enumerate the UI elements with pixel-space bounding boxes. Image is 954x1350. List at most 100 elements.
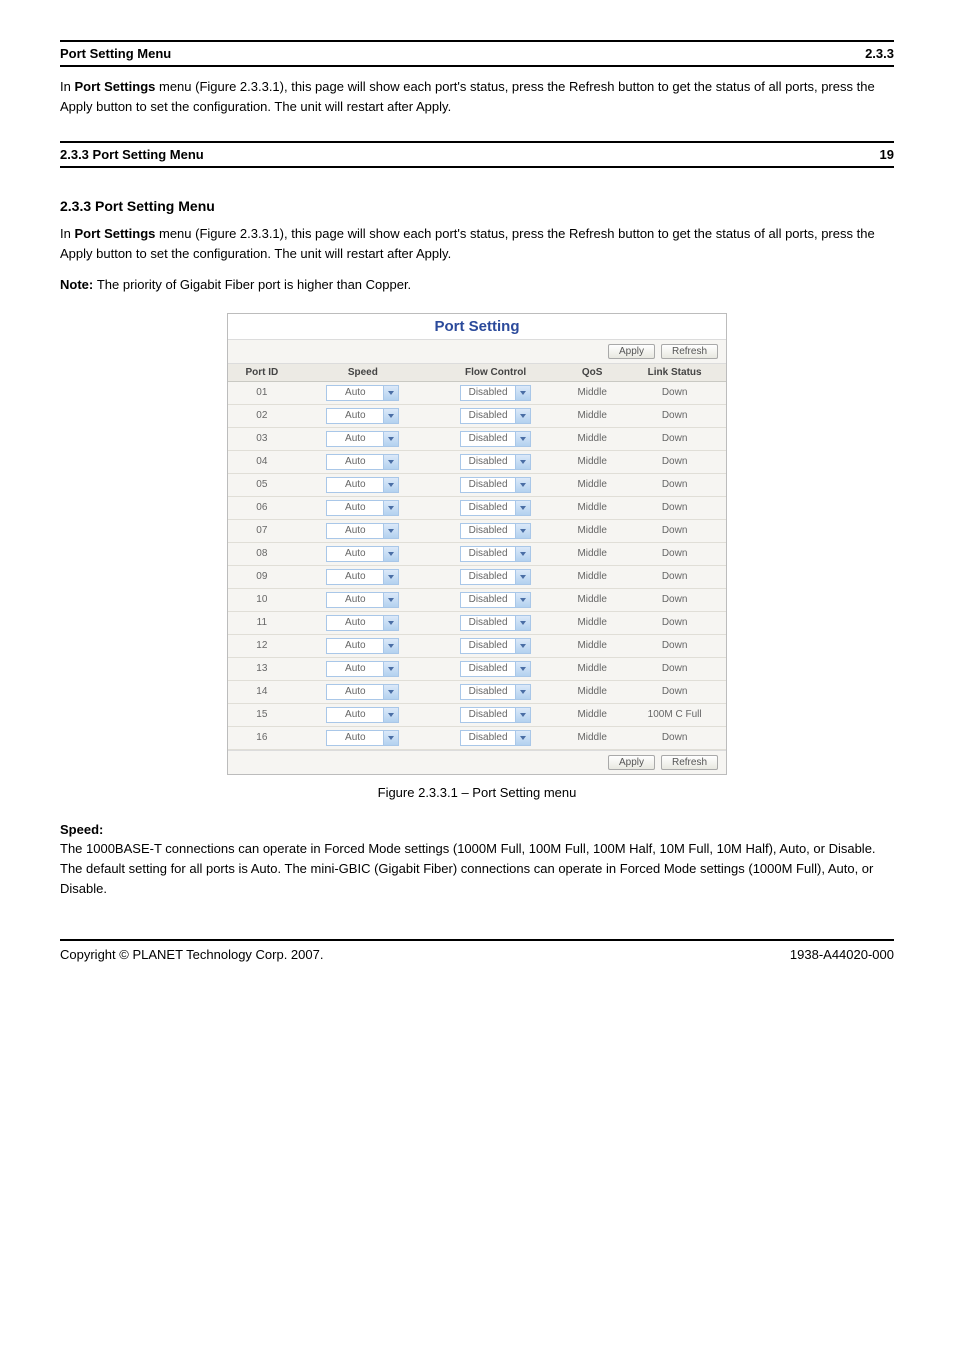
cell-linkstatus: Down — [623, 634, 726, 657]
footer-left: Copyright © PLANET Technology Corp. 2007… — [60, 947, 323, 962]
cell-qos: Middle — [561, 450, 623, 473]
cell-qos: Middle — [561, 427, 623, 450]
intro-paragraph: In Port Settings menu (Figure 2.3.3.1), … — [60, 77, 894, 117]
chevron-down-icon — [515, 547, 530, 561]
flow-control-select[interactable]: Disabled — [460, 569, 531, 585]
table-row: 01AutoDisabledMiddleDown — [228, 381, 726, 404]
cell-linkstatus: Down — [623, 726, 726, 749]
apply-button-top[interactable]: Apply — [608, 344, 655, 359]
cell-portid: 06 — [228, 496, 296, 519]
cell-portid: 07 — [228, 519, 296, 542]
figure-title: Port Setting — [228, 314, 726, 340]
cell-linkstatus: Down — [623, 542, 726, 565]
chevron-down-icon — [383, 478, 398, 492]
speed-select[interactable]: Auto — [326, 615, 399, 631]
cell-portid: 03 — [228, 427, 296, 450]
chevron-down-icon — [383, 570, 398, 584]
chevron-down-icon — [515, 708, 530, 722]
chevron-down-icon — [515, 639, 530, 653]
flow-control-select[interactable]: Disabled — [460, 431, 531, 447]
flow-control-select[interactable]: Disabled — [460, 592, 531, 608]
chevron-down-icon — [515, 570, 530, 584]
cell-portid: 01 — [228, 381, 296, 404]
flow-control-select[interactable]: Disabled — [460, 500, 531, 516]
chevron-down-icon — [383, 593, 398, 607]
refresh-button-bottom[interactable]: Refresh — [661, 755, 718, 770]
cell-qos: Middle — [561, 519, 623, 542]
chevron-down-icon — [383, 639, 398, 653]
chevron-down-icon — [383, 501, 398, 515]
cell-linkstatus: Down — [623, 381, 726, 404]
cell-linkstatus: Down — [623, 657, 726, 680]
cell-portid: 16 — [228, 726, 296, 749]
speed-select[interactable]: Auto — [326, 684, 399, 700]
speed-select[interactable]: Auto — [326, 454, 399, 470]
cell-qos: Middle — [561, 565, 623, 588]
cell-portid: 14 — [228, 680, 296, 703]
chevron-down-icon — [515, 501, 530, 515]
chevron-down-icon — [383, 409, 398, 423]
cell-portid: 15 — [228, 703, 296, 726]
speed-select[interactable]: Auto — [326, 523, 399, 539]
chevron-down-icon — [515, 455, 530, 469]
flow-control-select[interactable]: Disabled — [460, 661, 531, 677]
cell-qos: Middle — [561, 703, 623, 726]
cell-linkstatus: Down — [623, 473, 726, 496]
cell-linkstatus: Down — [623, 565, 726, 588]
flow-control-select[interactable]: Disabled — [460, 730, 531, 746]
cell-qos: Middle — [561, 726, 623, 749]
flow-control-select[interactable]: Disabled — [460, 408, 531, 424]
chevron-down-icon — [515, 662, 530, 676]
cell-qos: Middle — [561, 404, 623, 427]
chevron-down-icon — [515, 616, 530, 630]
col-link-status: Link Status — [623, 364, 726, 382]
flow-control-select[interactable]: Disabled — [460, 477, 531, 493]
cell-linkstatus: 100M C Full — [623, 703, 726, 726]
table-row: 14 Auto Disabled MiddleDown — [228, 680, 726, 703]
speed-select[interactable]: Auto — [326, 592, 399, 608]
chevron-down-icon — [383, 662, 398, 676]
speed-select[interactable]: Auto — [326, 477, 399, 493]
chevron-down-icon — [515, 731, 530, 745]
chevron-down-icon — [515, 685, 530, 699]
cell-linkstatus: Down — [623, 611, 726, 634]
flow-control-select[interactable]: Disabled — [460, 523, 531, 539]
figure-caption: Figure 2.3.3.1 – Port Setting menu — [60, 785, 894, 800]
flow-control-select[interactable]: Disabled — [460, 707, 531, 723]
speed-select[interactable]: Auto — [326, 569, 399, 585]
cell-qos: Middle — [561, 634, 623, 657]
flow-control-select[interactable]: Disabled — [460, 638, 531, 654]
speed-select[interactable]: Auto — [326, 385, 399, 401]
col-portid: Port ID — [228, 364, 296, 382]
port-setting-figure: Port Setting Apply Refresh Port ID Speed… — [227, 313, 727, 775]
flow-control-select[interactable]: Disabled — [460, 546, 531, 562]
flow-control-select[interactable]: Disabled — [460, 684, 531, 700]
table-row: 06AutoDisabledMiddleDown — [228, 496, 726, 519]
table-row: 04AutoDisabledMiddleDown — [228, 450, 726, 473]
col-qos: QoS — [561, 364, 623, 382]
table-row: 08AutoDisabledMiddleDown — [228, 542, 726, 565]
speed-select[interactable]: Auto — [326, 431, 399, 447]
table-row: 16 Auto Disabled MiddleDown — [228, 726, 726, 749]
apply-button-bottom[interactable]: Apply — [608, 755, 655, 770]
cell-portid: 02 — [228, 404, 296, 427]
refresh-button-top[interactable]: Refresh — [661, 344, 718, 359]
speed-select[interactable]: Auto — [326, 707, 399, 723]
cell-linkstatus: Down — [623, 680, 726, 703]
section-p1: In Port Settings menu (Figure 2.3.3.1), … — [60, 224, 894, 264]
flow-control-select[interactable]: Disabled — [460, 385, 531, 401]
flow-control-select[interactable]: Disabled — [460, 454, 531, 470]
subheader-section: 19 — [880, 147, 894, 162]
speed-select[interactable]: Auto — [326, 638, 399, 654]
speed-select[interactable]: Auto — [326, 500, 399, 516]
header-section: 2.3.3 — [865, 46, 894, 61]
chevron-down-icon — [383, 524, 398, 538]
cell-qos: Middle — [561, 680, 623, 703]
speed-select[interactable]: Auto — [326, 661, 399, 677]
speed-term: Speed: — [60, 822, 894, 837]
speed-select[interactable]: Auto — [326, 546, 399, 562]
speed-select[interactable]: Auto — [326, 408, 399, 424]
speed-select[interactable]: Auto — [326, 730, 399, 746]
header-title: Port Setting Menu — [60, 46, 171, 61]
flow-control-select[interactable]: Disabled — [460, 615, 531, 631]
